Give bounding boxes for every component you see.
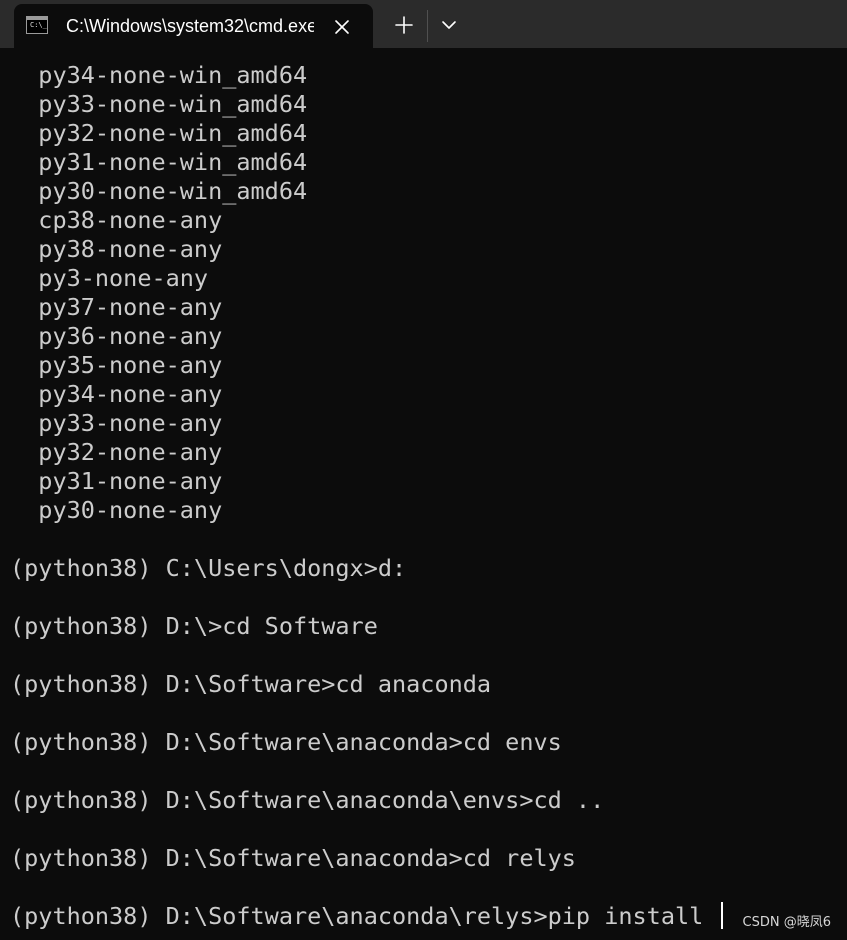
tab-cmd[interactable]: C:\_ C:\Windows\system32\cmd.exe xyxy=(14,4,373,48)
terminal-line: py30-none-any xyxy=(10,496,223,524)
tab-title: C:\Windows\system32\cmd.exe xyxy=(66,16,314,36)
terminal-line: py33-none-win_amd64 xyxy=(10,90,308,118)
terminal-line: (python38) D:\Software\anaconda>cd relys xyxy=(10,844,576,872)
terminal-window: C:\_ C:\Windows\system32\cmd.exe py34-no… xyxy=(0,0,847,940)
close-icon[interactable] xyxy=(330,15,354,39)
terminal-line: (python38) D:\Software\anaconda\relys>pi… xyxy=(10,902,840,931)
terminal-line: py35-none-any xyxy=(10,351,223,379)
terminal-line: py31-none-win_amd64 xyxy=(10,148,308,176)
tab-divider xyxy=(427,10,428,42)
terminal-line: (python38) D:\Software\anaconda>cd envs xyxy=(10,728,562,756)
terminal-line: cp38-none-any xyxy=(10,206,223,234)
terminal-line: py38-none-any xyxy=(10,235,223,263)
terminal-line: py30-none-win_amd64 xyxy=(10,177,308,205)
terminal-line: py3-none-any xyxy=(10,264,209,292)
terminal-line: (python38) D:\Software\anaconda\envs>cd … xyxy=(10,786,605,814)
tab-bar: C:\_ C:\Windows\system32\cmd.exe xyxy=(0,0,847,48)
cmd-icon-text: C:\_ xyxy=(30,21,47,29)
terminal-output[interactable]: py34-none-win_amd64 py33-none-win_amd64 … xyxy=(10,61,840,940)
terminal-line: py34-none-any xyxy=(10,380,223,408)
terminal-line: py37-none-any xyxy=(10,293,223,321)
terminal-line: (python38) D:\Software>cd anaconda xyxy=(10,670,492,698)
text-cursor xyxy=(721,902,724,929)
cmd-icon: C:\_ xyxy=(26,16,48,34)
chevron-down-icon[interactable] xyxy=(435,10,463,40)
terminal-line: py36-none-any xyxy=(10,322,223,350)
terminal-line: (python38) D:\>cd Software xyxy=(10,612,378,640)
terminal-line: py32-none-any xyxy=(10,438,223,466)
terminal-line: (python38) C:\Users\dongx>d: xyxy=(10,554,407,582)
terminal-line: py32-none-win_amd64 xyxy=(10,119,308,147)
terminal-line: py31-none-any xyxy=(10,467,223,495)
plus-icon[interactable] xyxy=(389,10,419,40)
terminal-line: py33-none-any xyxy=(10,409,223,437)
terminal-line: py34-none-win_amd64 xyxy=(10,61,308,89)
watermark-text: CSDN @晓凤6 xyxy=(742,915,831,930)
